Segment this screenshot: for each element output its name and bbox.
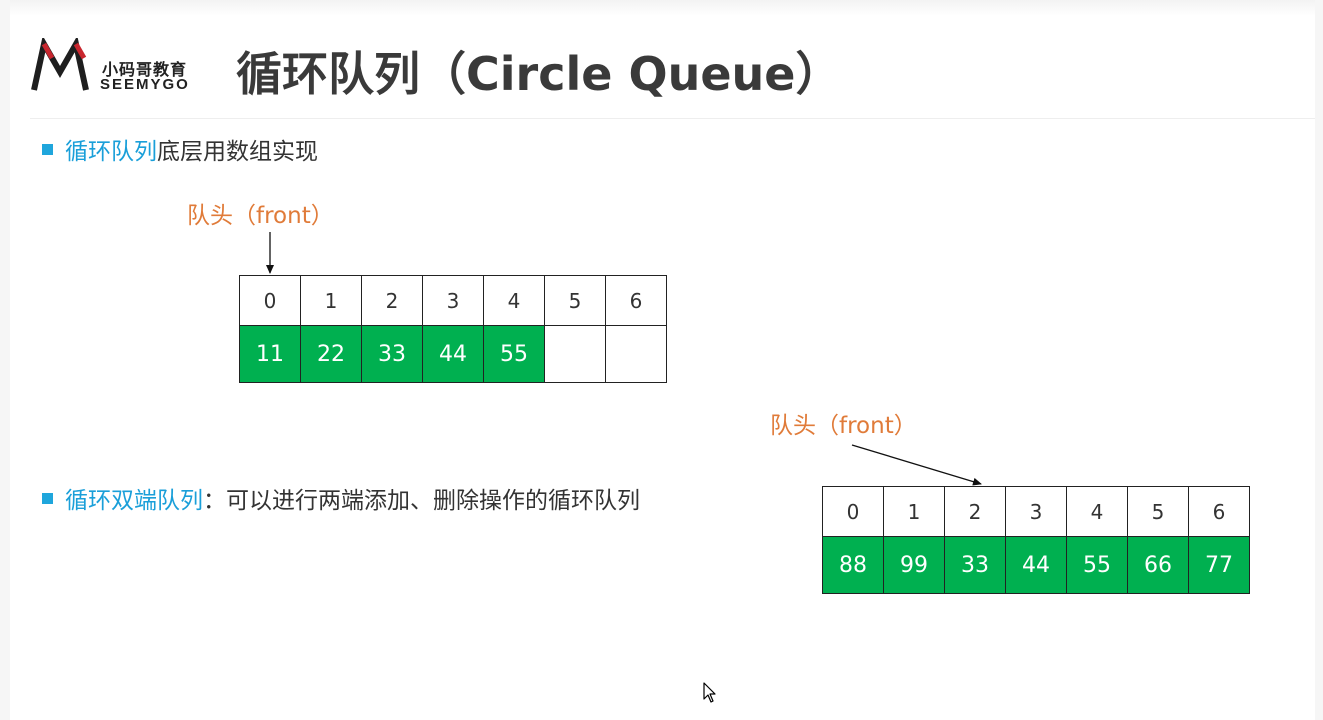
array-index-cell: 3 (1005, 486, 1067, 537)
array-value-cell: 33 (944, 536, 1006, 594)
circle-deque-array: 0 1 2 3 4 5 6 88 99 33 44 55 66 77 (822, 486, 1250, 594)
array-empty-cell (605, 325, 667, 383)
array-value-cell: 55 (483, 325, 545, 383)
array-index-row: 0 1 2 3 4 5 6 (822, 486, 1250, 537)
array-value-cell: 55 (1066, 536, 1128, 594)
array-value-cell: 22 (300, 325, 362, 383)
array-value-cell: 88 (822, 536, 884, 594)
array-value-cell: 66 (1127, 536, 1189, 594)
array-index-cell: 3 (422, 275, 484, 326)
array-value-cell: 77 (1188, 536, 1250, 594)
mouse-cursor-icon (703, 682, 716, 703)
array-index-cell: 4 (483, 275, 545, 326)
array-index-cell: 2 (361, 275, 423, 326)
array-empty-cell (544, 325, 606, 383)
array-value-cell: 11 (239, 325, 301, 383)
array-index-cell: 5 (1127, 486, 1189, 537)
array-index-cell: 2 (944, 486, 1006, 537)
circle-queue-array: 0 1 2 3 4 5 6 11 22 33 44 55 (239, 275, 667, 383)
array-value-cell: 44 (1005, 536, 1067, 594)
front-arrow-2 (851, 444, 982, 486)
array-index-cell: 0 (239, 275, 301, 326)
array-index-cell: 6 (605, 275, 667, 326)
array-value-cell: 99 (883, 536, 945, 594)
array-index-cell: 1 (300, 275, 362, 326)
array-value-row: 88 99 33 44 55 66 77 (822, 536, 1250, 594)
array-index-cell: 5 (544, 275, 606, 326)
array-index-cell: 0 (822, 486, 884, 537)
array-index-cell: 4 (1066, 486, 1128, 537)
array-index-row: 0 1 2 3 4 5 6 (239, 275, 667, 326)
array-index-cell: 1 (883, 486, 945, 537)
array-index-cell: 6 (1188, 486, 1250, 537)
array-value-row: 11 22 33 44 55 (239, 325, 667, 383)
array-value-cell: 33 (361, 325, 423, 383)
array-value-cell: 44 (422, 325, 484, 383)
